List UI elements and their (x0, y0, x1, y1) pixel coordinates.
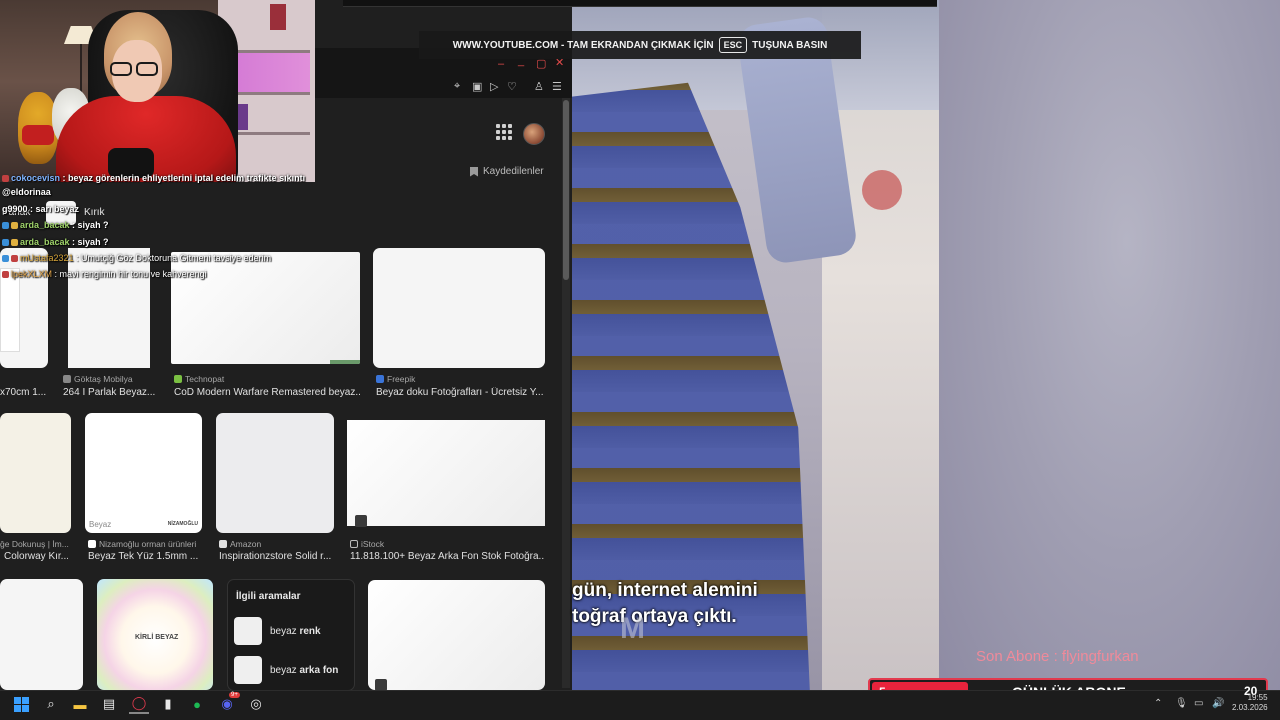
heart-icon[interactable]: ♡ (507, 80, 517, 93)
result-title[interactable]: Beyaz doku Fotoğrafları - Ücretsiz Y... (376, 387, 546, 398)
file-explorer-icon[interactable]: ▬ (70, 694, 90, 714)
start-button[interactable] (11, 694, 31, 714)
pin-icon[interactable]: ⌖ (454, 80, 460, 93)
result-title[interactable]: Colorway Kır... (4, 551, 68, 562)
menu-icon[interactable]: ☰ (552, 80, 562, 93)
result-title[interactable]: CoD Modern Warfare Remastered beyaz... (174, 387, 360, 398)
image-badge-icon (355, 515, 367, 527)
youtube-top-strip (343, 0, 937, 7)
scrollbar-thumb[interactable] (563, 100, 569, 280)
site-favicon (219, 540, 227, 548)
esc-key-hint: ESC (718, 37, 748, 53)
result-source: Amazon (219, 539, 261, 549)
tray-chevron-icon[interactable]: ⌃ (1154, 698, 1162, 709)
account-avatar[interactable] (523, 123, 545, 145)
result-title[interactable]: 11.818.100+ Beyaz Arka Fon Stok Fotoğra.… (350, 551, 545, 562)
apps-grid-icon[interactable] (496, 124, 512, 140)
result-source: Freepik (376, 374, 415, 384)
result-source: Nizamoğlu orman ürünleri (88, 539, 196, 549)
related-searches-panel: İlgili aramalar beyaz renk beyaz arka fo… (227, 579, 355, 691)
result-title[interactable]: x70cm 1... (0, 387, 46, 398)
bookmark-icon (470, 166, 478, 177)
chat-message: lpekXLXM : mavi rengimin hir tonu ve kah… (2, 269, 207, 279)
obs-icon[interactable]: ▮ (158, 694, 178, 714)
result-title[interactable]: Beyaz Tek Yüz 1.5mm ... (88, 551, 202, 562)
image-result-11[interactable] (368, 580, 545, 690)
image-result-10[interactable]: KİRLİ BEYAZ (97, 579, 213, 690)
image-result-8[interactable] (347, 420, 545, 526)
play-icon[interactable]: ▷ (490, 80, 498, 93)
video-subtitle: gün, internet alemini toğraf ortaya çıkt… (572, 580, 758, 627)
opera-gx-icon[interactable]: ◯ (129, 694, 149, 714)
chat-message: arda_bacak : siyah ? (2, 220, 109, 230)
windows-icon (13, 696, 29, 712)
image-result-5[interactable] (0, 413, 71, 533)
site-favicon (174, 375, 182, 383)
video-watermark: M (620, 612, 645, 645)
image-result-9[interactable] (0, 579, 83, 690)
app-icon[interactable]: ▤ (99, 694, 119, 714)
result-title[interactable]: Inspirationzstore Solid r... (219, 551, 333, 562)
blurred-background-panel (939, 0, 1280, 690)
image-result-6[interactable]: Beyaz NİZAMOĞLU (85, 413, 202, 533)
stream-chat: cokocevisn : beyaz görenlerin ehliyetler… (0, 168, 320, 283)
chat-message: @eldorinaa (2, 187, 51, 197)
network-icon[interactable]: ▭ (1194, 698, 1203, 709)
screen: – _ ▢ ✕ ⌖ ▣ ▷ ♡ ♙ ☰ Kaydedilenler Parlak… (0, 0, 1280, 720)
site-favicon (350, 540, 358, 548)
related-thumbnail (234, 656, 262, 684)
chat-message: cokocevisn : beyaz görenlerin ehliyetler… (2, 173, 305, 183)
volume-icon[interactable]: 🔊 (1212, 698, 1224, 709)
chat-message: g9900 : sarı beyaz (2, 204, 80, 214)
minimize-icon[interactable]: – (498, 58, 504, 70)
result-source: iStock (350, 539, 384, 549)
saved-link[interactable]: Kaydedilenler (470, 166, 544, 177)
last-subscriber-label: Son Abone : flyingfurkan (976, 648, 1139, 665)
image-result-7[interactable] (216, 413, 334, 533)
result-title[interactable]: 264 I Parlak Beyaz... (63, 387, 159, 398)
spotify-icon[interactable]: ● (187, 694, 207, 714)
related-search-item[interactable]: beyaz renk (234, 617, 321, 645)
result-source: Göktaş Mobilya (63, 374, 133, 384)
microphone-icon[interactable]: 🎙 (1175, 698, 1188, 709)
result-source: Technopat (174, 374, 224, 384)
profile-icon[interactable]: ♙ (534, 80, 544, 93)
chat-message: mUstafa2321 : Umutçiğ Göz Doktoruna Gitm… (2, 253, 271, 263)
search-icon[interactable]: ⌕ (41, 694, 61, 714)
related-searches-title: İlgili aramalar (236, 591, 301, 602)
screenshot-icon[interactable]: ▣ (472, 80, 482, 93)
result-source: ğe Dokunuş | İm... (0, 539, 69, 549)
discord-badge: 9+ (229, 692, 240, 698)
site-favicon (88, 540, 96, 548)
fullscreen-banner: WWW.YOUTUBE.COM - TAM EKRANDAN ÇIKMAK İÇ… (419, 31, 861, 59)
saved-label: Kaydedilenler (483, 166, 544, 177)
chat-message: arda_bacak : siyah ? (2, 237, 109, 247)
related-thumbnail (234, 617, 262, 645)
site-favicon (376, 375, 384, 383)
chrome-icon[interactable]: ◎ (246, 694, 266, 714)
site-favicon (63, 375, 71, 383)
related-search-item[interactable]: beyaz arka fon (234, 656, 338, 684)
system-clock[interactable]: 19:55 2.03.2026 (1232, 693, 1268, 713)
image-result-4[interactable] (373, 248, 545, 368)
webcam-feed (0, 0, 315, 182)
